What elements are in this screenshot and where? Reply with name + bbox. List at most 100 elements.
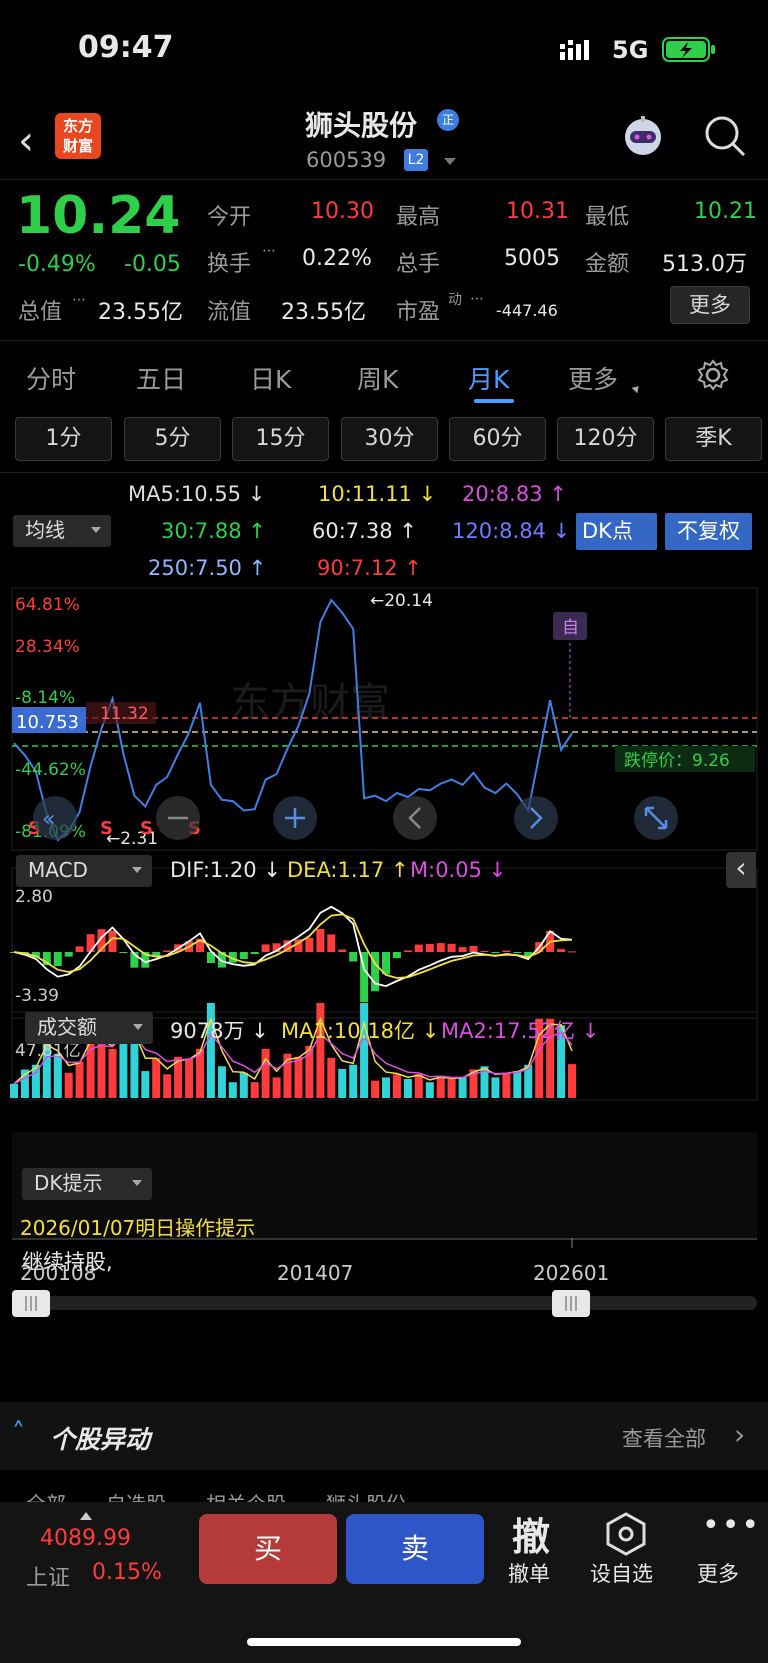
- kline-chart-area[interactable]: 东方财富 64.81% 28.34% -8.14% -44.62% -81.09…: [0, 580, 768, 1630]
- change-percent: -0.49%: [18, 252, 96, 277]
- amount-label: 金额: [585, 252, 630, 277]
- macd-bottom-label: -3.39: [15, 986, 59, 1006]
- macd-selector[interactable]: MACD: [16, 855, 152, 887]
- volume-bar: [130, 1034, 139, 1098]
- watchlist-label[interactable]: 设自选: [590, 1558, 653, 1588]
- volume-bar: [250, 1082, 259, 1098]
- pe-sup: 动: [448, 292, 462, 308]
- macd-m: M:0.05 ↓: [410, 858, 507, 882]
- sell-mark: S: [140, 818, 153, 839]
- macd-dif: DIF:1.20 ↓: [170, 858, 281, 882]
- ma120-label: 120:8.84 ↓: [452, 519, 571, 543]
- ma60-label: 60:7.38 ↑: [312, 519, 417, 543]
- zoom-out-icon[interactable]: [156, 796, 200, 840]
- volume-bar: [425, 1082, 434, 1098]
- level-11-32-label: 11.32: [100, 704, 149, 724]
- info-icon[interactable]: ⋯: [262, 243, 276, 259]
- volume-bar: [458, 1077, 467, 1098]
- scroll-forward-icon[interactable]: [514, 796, 558, 840]
- sell-button[interactable]: 卖: [346, 1514, 484, 1584]
- more-quote-button[interactable]: 更多: [670, 286, 750, 324]
- open-label: 今开: [207, 205, 252, 230]
- fullscreen-icon[interactable]: [634, 796, 678, 840]
- info-icon[interactable]: ⋯: [72, 292, 86, 308]
- volume-value: 5005: [504, 246, 560, 271]
- dk-selector[interactable]: DK提示: [22, 1168, 152, 1200]
- volume-bar: [228, 1082, 237, 1098]
- scroll-left-icon[interactable]: «: [33, 796, 77, 840]
- amount-value: 513.0万: [662, 252, 747, 277]
- cancel-order-label[interactable]: 撤单: [508, 1558, 550, 1588]
- tab-60min[interactable]: 60分: [449, 417, 546, 461]
- tab-1min[interactable]: 1分: [15, 417, 112, 461]
- tab-daily-k[interactable]: 日K: [250, 360, 291, 396]
- info-icon[interactable]: ⋯: [470, 291, 484, 307]
- macd-bar: [392, 952, 401, 959]
- mcap-value: 23.55亿: [98, 300, 183, 325]
- range-handle-left[interactable]: [12, 1290, 50, 1317]
- tab-monthly-k[interactable]: 月K: [468, 360, 509, 396]
- ma5-label: MA5:10.55 ↓: [128, 482, 266, 506]
- volume-label: 总手: [396, 252, 441, 277]
- volume-value: 9078万 ↓: [170, 1019, 269, 1043]
- turnover-label: 换手: [207, 252, 252, 277]
- pe-label: 市盈: [396, 300, 441, 325]
- buy-button[interactable]: 买: [199, 1514, 337, 1584]
- macd-bar: [425, 943, 434, 952]
- volume-top-label: 47.81亿: [15, 1041, 81, 1061]
- more-label[interactable]: 更多: [697, 1558, 739, 1588]
- chevron-up-icon[interactable]: ˄: [12, 1418, 25, 1448]
- float-value: 23.55亿: [281, 300, 366, 325]
- news-subtabs[interactable]: 全部 自选股 相关个股 狮头股份: [26, 1488, 406, 1502]
- volume-bar: [349, 1064, 358, 1098]
- volume-bar: [327, 1057, 336, 1098]
- tab-15min[interactable]: 15分: [232, 417, 329, 461]
- macd-bar: [513, 952, 522, 953]
- volume-bar: [414, 1074, 423, 1098]
- tab-5min[interactable]: 5分: [124, 417, 221, 461]
- view-all-link[interactable]: 查看全部: [622, 1423, 706, 1453]
- code-dropdown-icon[interactable]: [444, 158, 456, 171]
- tab-fenshi[interactable]: 分时: [26, 360, 76, 396]
- tab-wuri[interactable]: 五日: [136, 360, 186, 396]
- robot-assistant-icon[interactable]: [620, 114, 666, 164]
- tab-weekly-k[interactable]: 周K: [357, 360, 398, 396]
- dk-point-button[interactable]: DK点: [576, 513, 657, 550]
- volume-ma1: MA1:10.18亿 ↓: [281, 1019, 440, 1043]
- cancel-order-icon[interactable]: 撤: [512, 1506, 550, 1561]
- macd-bar: [338, 949, 347, 952]
- tab-quarterly-k[interactable]: 季K: [665, 417, 762, 461]
- macd-bar: [458, 947, 467, 952]
- no-adjust-button[interactable]: 不复权: [665, 513, 752, 550]
- sell-mark: S: [100, 818, 113, 839]
- macd-bar: [250, 952, 259, 955]
- volume-bar: [97, 1039, 106, 1098]
- stock-news-bar[interactable]: ˄ 个股异动 查看全部 ›: [0, 1402, 768, 1470]
- dk-advice: 继续持股,: [22, 1250, 113, 1274]
- bottom-trade-bar: 4089.99 上证 0.15% 买 卖 撤 撤单 设自选 ••• 更多: [0, 1502, 768, 1663]
- tab-30min[interactable]: 30分: [341, 417, 438, 461]
- pct-label-1: 64.81%: [15, 595, 80, 615]
- tab-more[interactable]: 更多: [568, 360, 618, 396]
- volume-selector[interactable]: 成交额: [25, 1012, 153, 1044]
- zoom-in-icon[interactable]: [273, 796, 317, 840]
- range-handle-right[interactable]: [552, 1290, 590, 1317]
- stock-name: 狮头股份: [305, 109, 418, 142]
- pe-value: -447.46: [496, 301, 558, 320]
- back-icon[interactable]: ‹: [18, 118, 34, 164]
- macd-bar: [64, 952, 73, 957]
- watchlist-icon[interactable]: [604, 1512, 648, 1560]
- search-icon[interactable]: [702, 113, 748, 163]
- tab-active-indicator: [474, 399, 514, 403]
- volume-ma2: MA2:17.52亿 ↓: [441, 1019, 600, 1043]
- more-dots-icon[interactable]: •••: [702, 1508, 761, 1543]
- level2-badge[interactable]: L2: [404, 149, 428, 171]
- ma-selector[interactable]: 均线: [13, 515, 111, 547]
- side-panel-toggle-icon[interactable]: ‹: [726, 852, 756, 888]
- settings-gear-icon[interactable]: [696, 358, 730, 396]
- tab-120min[interactable]: 120分: [557, 417, 654, 461]
- macd-bar: [436, 943, 445, 952]
- volume-bar: [272, 1077, 281, 1098]
- scroll-back-icon[interactable]: [393, 796, 437, 840]
- chevron-right-icon: ›: [734, 1418, 746, 1451]
